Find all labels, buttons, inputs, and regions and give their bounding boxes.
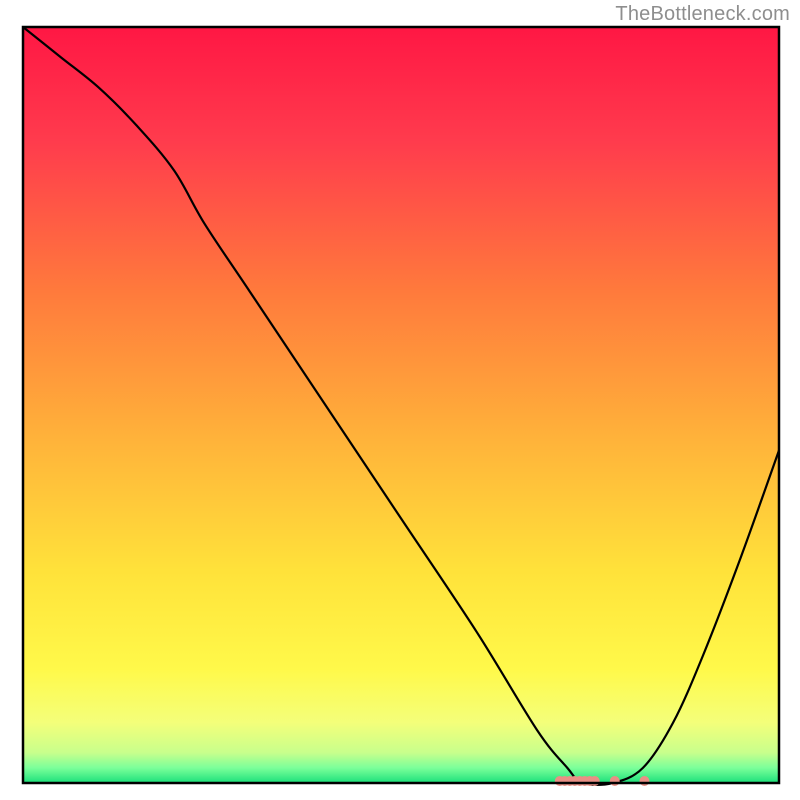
- bottleneck-chart: [0, 0, 800, 800]
- plot-background: [23, 27, 779, 783]
